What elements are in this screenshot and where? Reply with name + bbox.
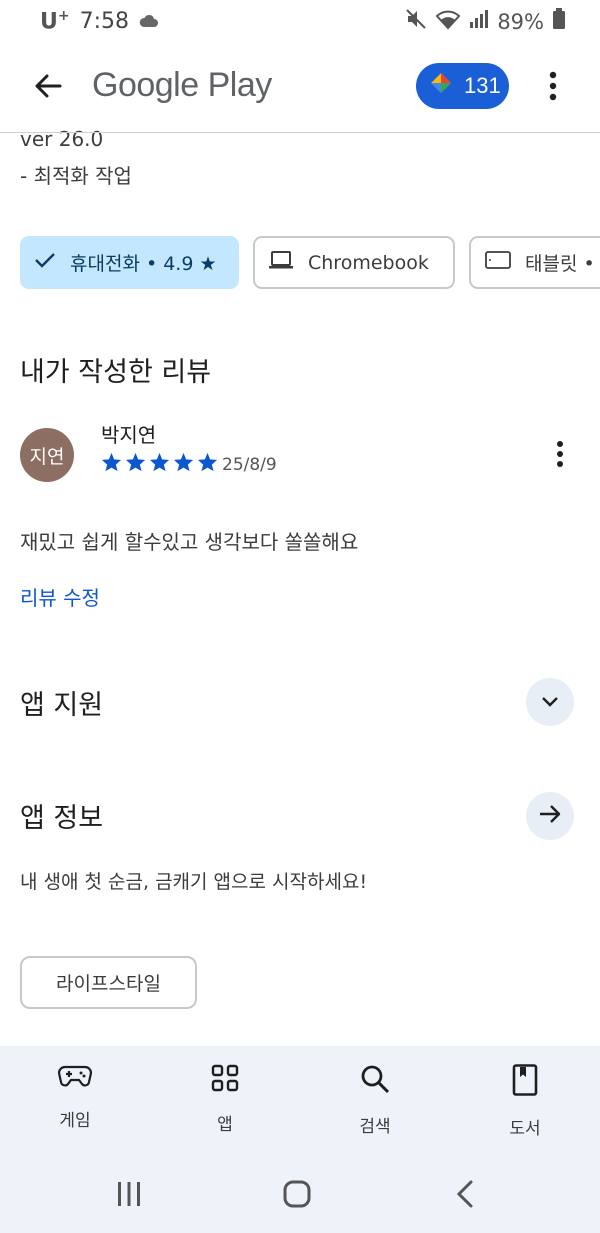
star-icon xyxy=(149,452,170,472)
app-support-title[interactable]: 앱 지원 xyxy=(20,683,103,722)
chip-tablet-label: 태블릿 • 4 xyxy=(525,253,600,275)
apps-grid-icon xyxy=(211,1064,239,1096)
star-icon xyxy=(173,452,194,472)
nav-label-search: 검색 xyxy=(359,1117,391,1137)
review-date: 25/8/9 xyxy=(222,455,277,475)
back-button[interactable] xyxy=(26,66,70,110)
search-icon xyxy=(360,1064,390,1098)
home-icon xyxy=(282,1179,312,1213)
nav-label-games: 게임 xyxy=(59,1111,91,1131)
chip-phone-label: 휴대전화 • 4.9 ★ xyxy=(70,253,217,275)
app-bar: Google Play 131 xyxy=(0,52,600,124)
recent-apps-icon xyxy=(116,1181,142,1211)
chip-phone[interactable]: 휴대전화 • 4.9 ★ xyxy=(20,236,239,289)
book-icon xyxy=(512,1064,538,1100)
status-right: 89% xyxy=(405,8,566,35)
app-description: 내 생애 첫 순금, 금캐기 앱으로 시작하세요! xyxy=(20,871,368,893)
status-left: U+ 7:58 xyxy=(40,8,159,34)
arrow-right-icon xyxy=(538,803,562,829)
app-support-expand-button[interactable] xyxy=(526,678,574,726)
gamepad-icon xyxy=(57,1064,93,1092)
star-icon xyxy=(125,452,146,472)
nav-item-apps[interactable]: 앱 xyxy=(175,1064,275,1135)
chip-chromebook[interactable]: Chromebook xyxy=(253,236,455,289)
review-more-button[interactable] xyxy=(546,438,574,474)
laptop-icon xyxy=(268,250,294,275)
bottom-nav: 게임 앱 검색 도서 xyxy=(0,1046,600,1154)
nav-label-apps: 앱 xyxy=(217,1115,233,1135)
chevron-down-icon xyxy=(541,693,559,712)
battery-percent: 89% xyxy=(497,9,544,34)
my-review-title: 내가 작성한 리뷰 xyxy=(20,357,212,388)
play-points-icon xyxy=(428,70,454,102)
more-options-button[interactable] xyxy=(536,66,570,110)
star-rating xyxy=(101,452,218,472)
back-arrow-icon xyxy=(33,71,63,105)
play-points-button[interactable]: 131 xyxy=(416,63,509,109)
recent-apps-button[interactable] xyxy=(109,1176,149,1216)
tablet-icon xyxy=(485,250,511,275)
system-nav-bar xyxy=(0,1154,600,1233)
battery-icon xyxy=(552,8,566,35)
app-title: Google Play xyxy=(92,66,272,104)
cloud-icon xyxy=(139,9,159,34)
nav-item-books[interactable]: 도서 xyxy=(475,1064,575,1139)
chip-chromebook-label: Chromebook xyxy=(308,251,429,274)
edit-review-link[interactable]: 리뷰 수정 xyxy=(20,582,100,611)
more-vert-icon xyxy=(549,71,557,105)
nav-item-search[interactable]: 검색 xyxy=(325,1064,425,1137)
reviewer-name: 박지연 xyxy=(101,423,157,447)
app-info-open-button[interactable] xyxy=(526,792,574,840)
status-bar: U+ 7:58 89% xyxy=(0,0,600,44)
check-icon xyxy=(34,251,56,274)
status-time: 7:58 xyxy=(79,8,130,34)
wifi-icon xyxy=(435,8,461,35)
star-icon xyxy=(197,452,218,472)
whats-new-note: - 최적화 작업 xyxy=(20,164,132,188)
whats-new-version: ver 26.0 xyxy=(20,127,104,151)
avatar: 지연 xyxy=(20,428,74,482)
review-text: 재밌고 쉽게 할수있고 생각보다 쏠쏠해요 xyxy=(20,530,359,554)
play-points-count: 131 xyxy=(464,73,501,98)
app-info-title[interactable]: 앱 정보 xyxy=(20,796,103,835)
star-icon xyxy=(101,452,122,472)
signal-icon xyxy=(469,9,489,34)
nav-label-books: 도서 xyxy=(509,1119,541,1139)
back-nav-button[interactable] xyxy=(445,1176,485,1216)
carrier-label: U+ xyxy=(40,8,70,35)
chip-tablet[interactable]: 태블릿 • 4 xyxy=(469,236,600,289)
device-filter-chips: 휴대전화 • 4.9 ★ Chromebook 태블릿 • 4 xyxy=(20,236,600,290)
mute-icon xyxy=(405,8,427,35)
home-button[interactable] xyxy=(277,1176,317,1216)
nav-item-games[interactable]: 게임 xyxy=(25,1064,125,1131)
category-chip[interactable]: 라이프스타일 xyxy=(20,956,197,1009)
app-bar-divider xyxy=(0,132,600,133)
back-chevron-icon xyxy=(455,1179,475,1213)
more-vert-icon xyxy=(556,440,564,472)
